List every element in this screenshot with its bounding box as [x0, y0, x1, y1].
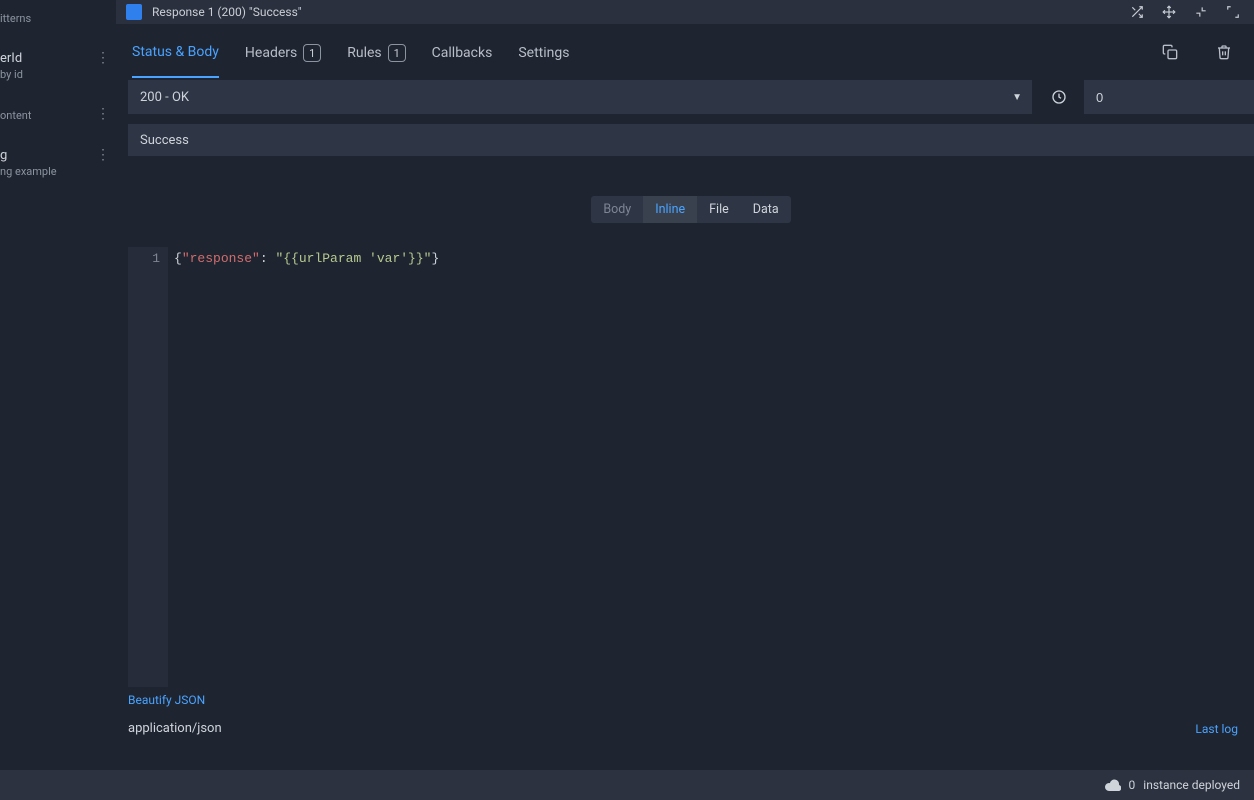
sidebar-item[interactable]: g ng example ⋮: [0, 142, 116, 184]
sidebar-item-title: erId: [0, 51, 108, 66]
sidebar-item[interactable]: ontent ⋮: [0, 101, 116, 128]
shuffle-icon[interactable]: [1126, 3, 1148, 21]
tab-badge: 1: [388, 44, 406, 62]
move-icon[interactable]: [1158, 3, 1180, 21]
instance-count: 0: [1129, 778, 1136, 792]
tab-label: Rules: [347, 45, 381, 61]
sidebar-item-sub: ontent: [0, 109, 108, 122]
copy-icon[interactable]: [1156, 38, 1184, 66]
tab-callbacks[interactable]: Callbacks: [432, 27, 493, 77]
editor-gutter: 1: [128, 247, 168, 687]
more-icon[interactable]: ⋮: [96, 51, 110, 65]
content-type-value[interactable]: application/json: [128, 721, 222, 736]
expand-icon[interactable]: [1222, 3, 1244, 21]
tab-badge: 1: [303, 44, 321, 62]
tab-label: Callbacks: [432, 45, 493, 61]
line-number: 1: [128, 251, 160, 266]
sidebar-item[interactable]: itterns: [0, 4, 116, 31]
body-mode-segment: Body Inline File Data: [128, 196, 1254, 223]
response-name-value: Success: [140, 133, 189, 148]
status-row: 200 - OK ▼: [128, 80, 1254, 114]
chevron-down-icon: ▼: [1012, 92, 1022, 103]
last-log-link[interactable]: Last log: [1195, 722, 1238, 736]
response-color-icon: [126, 4, 142, 20]
sidebar-item-sub: by id: [0, 68, 108, 81]
main-panel: Response 1 (200) "Success" Status & Body…: [116, 0, 1254, 770]
body-mode-data[interactable]: Data: [741, 196, 791, 223]
sidebar-item-title: g: [0, 148, 108, 163]
tab-label: Status & Body: [132, 44, 219, 60]
tab-label: Headers: [245, 45, 297, 61]
cloud-icon: [1105, 779, 1121, 791]
body-mode-file[interactable]: File: [697, 196, 741, 223]
more-icon[interactable]: ⋮: [96, 148, 110, 162]
response-name-input[interactable]: Success: [128, 124, 1254, 156]
tab-status-body[interactable]: Status & Body: [132, 26, 219, 78]
trash-icon[interactable]: [1210, 38, 1238, 66]
status-code-select[interactable]: 200 - OK ▼: [128, 80, 1032, 114]
code-editor[interactable]: 1 {"response": "{{urlParam 'var'}}"}: [128, 247, 1254, 687]
tab-settings[interactable]: Settings: [518, 27, 569, 77]
collapse-icon[interactable]: [1190, 3, 1212, 21]
status-code-value: 200 - OK: [140, 90, 189, 105]
body-mode-inline[interactable]: Inline: [643, 196, 697, 223]
response-header-bar: Response 1 (200) "Success": [116, 0, 1254, 24]
tabs: Status & Body Headers 1 Rules 1 Callback…: [116, 24, 1254, 80]
beautify-json-link[interactable]: Beautify JSON: [128, 687, 1254, 707]
status-bar: 0 instance deployed: [0, 770, 1254, 800]
mime-row: application/json Last log: [128, 707, 1254, 736]
sidebar-item[interactable]: erId by id ⋮: [0, 45, 116, 87]
tab-headers[interactable]: Headers 1: [245, 26, 321, 78]
more-icon[interactable]: ⋮: [96, 107, 110, 121]
sidebar: itterns erId by id ⋮ ontent ⋮ g ng examp…: [0, 0, 116, 770]
sidebar-item-sub: itterns: [0, 12, 108, 25]
body-mode-label: Body: [591, 196, 643, 223]
tab-rules[interactable]: Rules 1: [347, 26, 405, 78]
editor-content[interactable]: {"response": "{{urlParam 'var'}}"}: [168, 247, 1254, 687]
response-title: Response 1 (200) "Success": [152, 5, 1116, 19]
delay-input[interactable]: [1084, 80, 1254, 114]
sidebar-item-sub: ng example: [0, 165, 108, 178]
clock-icon: [1042, 80, 1076, 114]
instance-text: instance deployed: [1143, 778, 1240, 792]
tab-label: Settings: [518, 45, 569, 61]
